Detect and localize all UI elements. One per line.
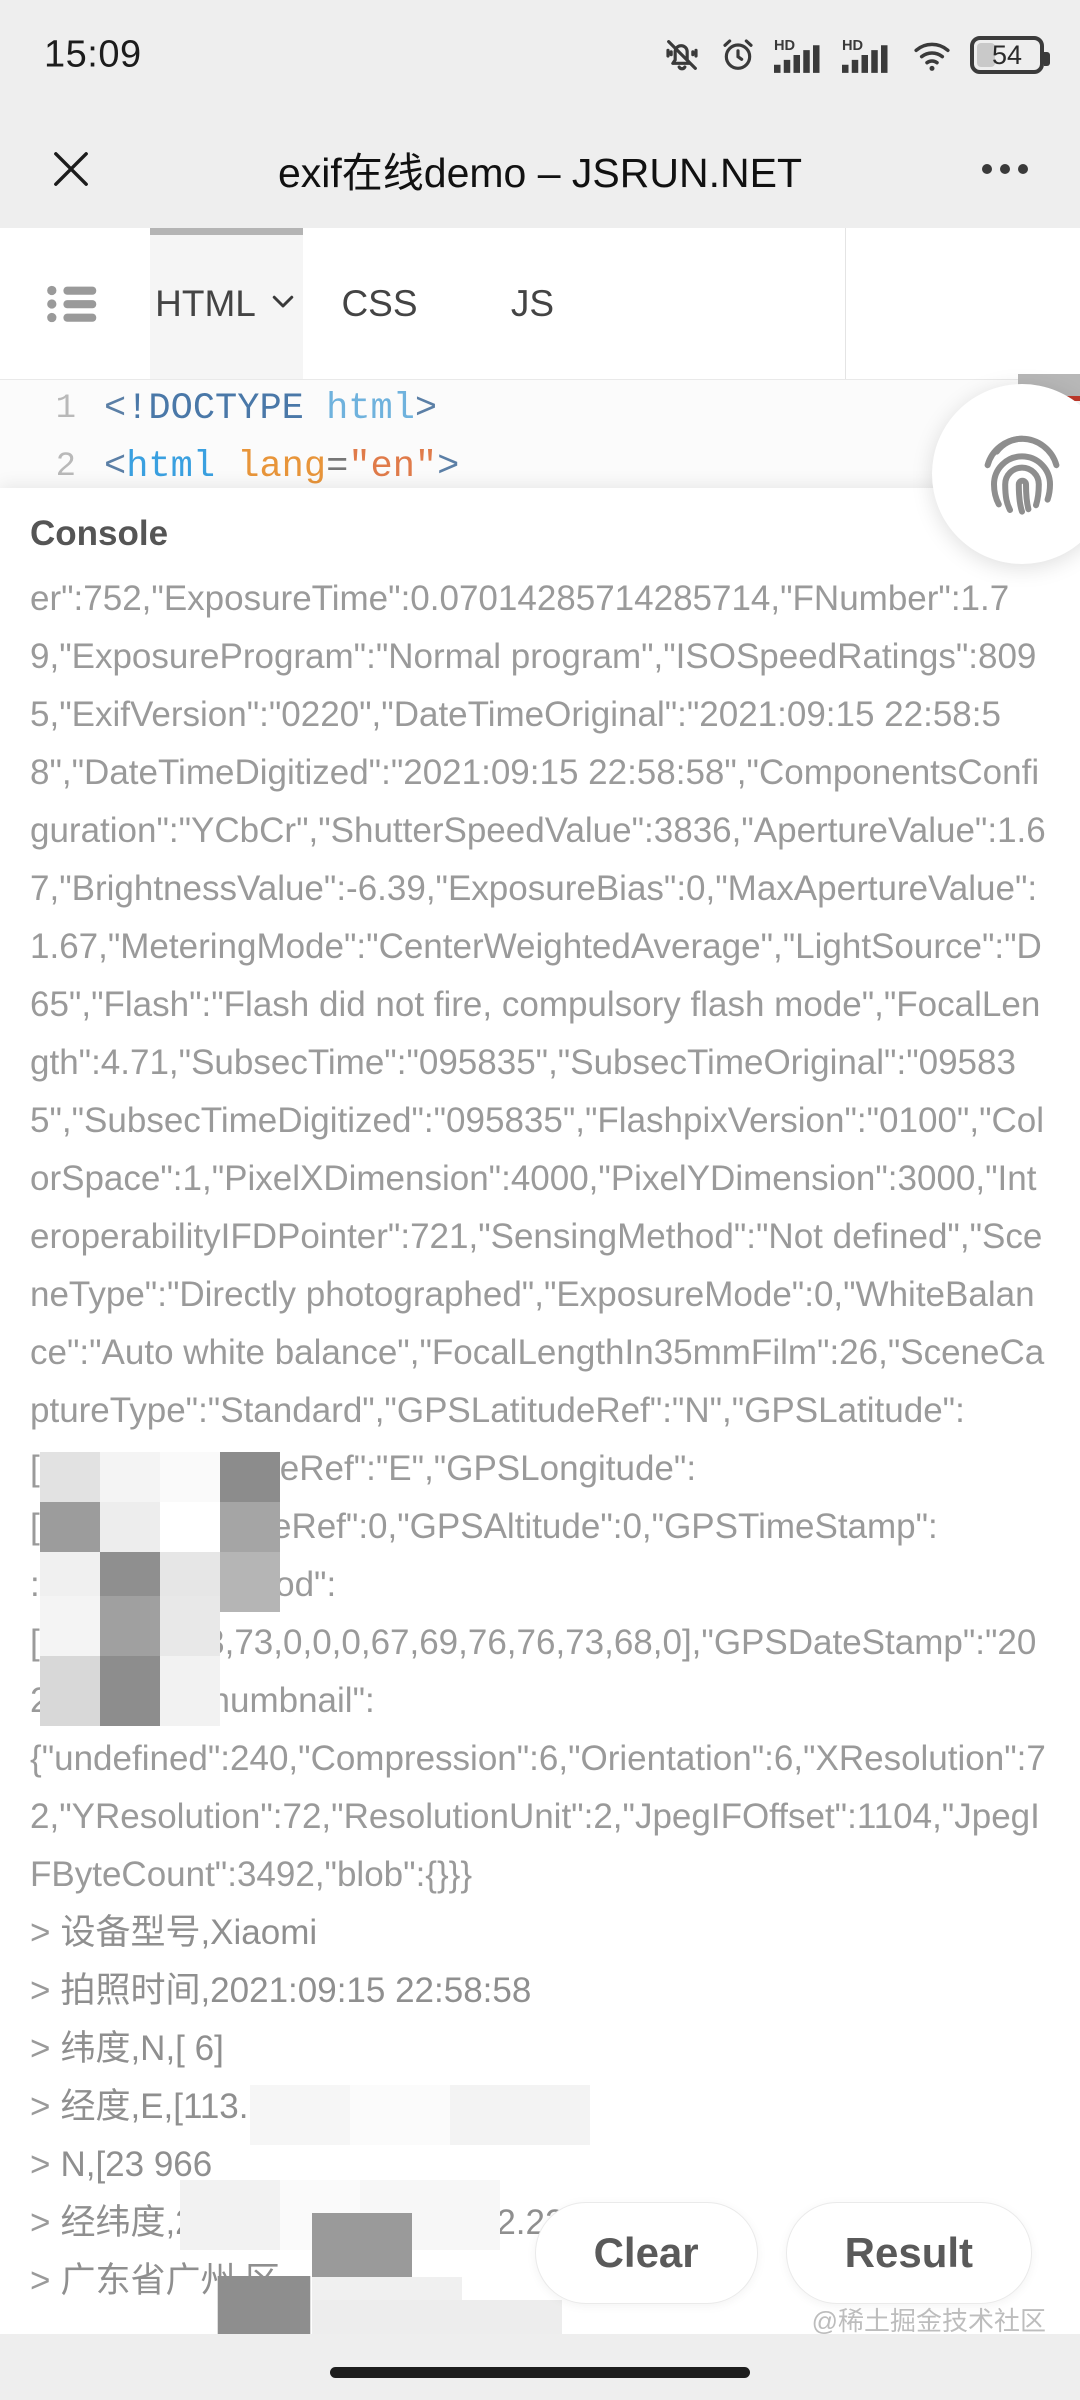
battery-icon: 54 <box>970 36 1050 74</box>
privacy-mosaic-gps <box>40 1452 280 1612</box>
wifi-icon <box>910 35 954 75</box>
line-number: 2 <box>55 448 76 486</box>
privacy-mosaic-lat <box>250 2085 590 2145</box>
log-text: N,[23 966 <box>60 2145 213 2184</box>
clear-button[interactable]: Clear <box>534 2202 758 2304</box>
status-bar-icons: HD HD 54 <box>662 35 1050 75</box>
log-caret: > <box>30 2029 51 2068</box>
tab-js-label: JS <box>510 282 555 324</box>
console-panel[interactable]: Console er":752,"ExposureTime":0.0701428… <box>0 488 1080 2348</box>
code-text: <html lang="en"> <box>104 446 459 488</box>
close-icon[interactable] <box>36 134 106 204</box>
log-caret: > <box>30 1913 51 1952</box>
editor-tab-bar: HTML CSS JS <box>0 228 1080 380</box>
result-button[interactable]: Result <box>785 2202 1032 2304</box>
console-title: Console <box>30 514 169 553</box>
app-header: exif在线demo – JSRUN.NET <box>0 110 1080 228</box>
code-token: > <box>414 388 438 430</box>
more-options-icon[interactable] <box>970 134 1040 204</box>
status-bar: 15:09 HD HD 54 <box>0 0 1080 110</box>
system-nav-bar <box>0 2334 1080 2400</box>
alarm-clock-icon <box>718 35 758 75</box>
chevron-down-icon <box>268 283 298 325</box>
hd-signal-icon: HD <box>774 35 826 75</box>
code-token: !DOCTYPE <box>126 388 304 430</box>
console-json-text: er":752,"ExposureTime":0.070142857142857… <box>30 579 1046 1430</box>
tab-divider <box>845 228 846 379</box>
code-line: 1 <!DOCTYPE html> <box>0 380 1080 438</box>
log-text: 拍照时间,2021:09:15 22:58:58 <box>60 1971 532 2010</box>
tab-css[interactable]: CSS <box>303 228 456 379</box>
svg-text:HD: HD <box>774 38 795 54</box>
tab-html[interactable]: HTML <box>150 228 303 379</box>
list-icon[interactable] <box>0 228 150 379</box>
bell-muted-icon <box>662 35 702 75</box>
console-json-text-thumbnail: {"undefined":240,"Compression":6,"Orient… <box>30 1739 1046 1894</box>
code-text: <!DOCTYPE html> <box>104 388 437 430</box>
code-token: lang <box>237 446 327 488</box>
hd-signal-icon: HD <box>842 35 894 75</box>
status-bar-clock: 15:09 <box>44 33 142 76</box>
tab-css-label: CSS <box>341 282 418 324</box>
code-token: < <box>104 388 127 430</box>
watermark: @稀土掘金技术社区 <box>811 2306 1046 2336</box>
code-token: > <box>437 446 460 488</box>
code-token: = <box>326 446 349 488</box>
code-token: html <box>126 446 216 488</box>
code-token: "en" <box>348 446 438 488</box>
log-caret: > <box>30 1971 51 2010</box>
battery-percent: 54 <box>991 39 1023 70</box>
tab-js[interactable]: JS <box>456 228 609 379</box>
console-log-line: > 设备型号,Xiaomi <box>30 1904 1050 1962</box>
console-log-line: > 拍照时间,2021:09:15 22:58:58 <box>30 1962 1050 2020</box>
log-caret: > <box>30 2087 51 2126</box>
page-title: exif在线demo – JSRUN.NET <box>277 150 802 196</box>
console-actions: Clear Result <box>0 2202 1080 2304</box>
code-editor[interactable]: 1 <!DOCTYPE html> 2 <html lang="en"> <box>0 380 1080 500</box>
tab-html-label: HTML <box>155 282 256 324</box>
code-token: < <box>104 446 127 488</box>
log-caret: > <box>30 2145 51 2184</box>
svg-text:HD: HD <box>842 38 863 54</box>
code-token: html <box>326 388 415 430</box>
line-number: 1 <box>55 390 76 428</box>
log-text: 设备型号,Xiaomi <box>60 1913 318 1952</box>
home-indicator[interactable] <box>330 2367 750 2378</box>
log-text: 纬度,N,[ 6] <box>60 2029 224 2068</box>
console-log-line: > 纬度,N,[ 6] <box>30 2020 1050 2078</box>
privacy-mosaic-gps-lower <box>40 1596 220 1726</box>
console-output: er":752,"ExposureTime":0.070142857142857… <box>0 564 1080 2310</box>
